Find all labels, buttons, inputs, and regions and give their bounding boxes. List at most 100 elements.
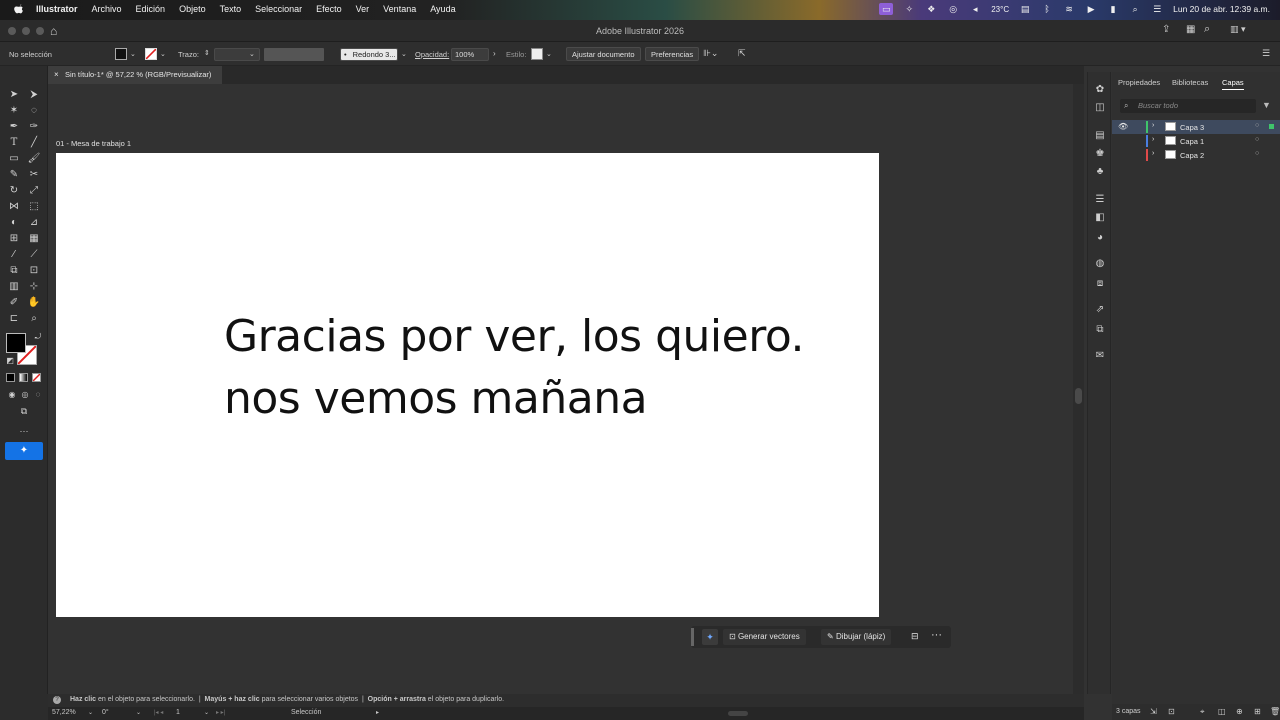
new-layer-icon[interactable]: ⊞ bbox=[1254, 707, 1261, 716]
swap-fill-stroke-icon[interactable]: ⤾ bbox=[31, 330, 45, 344]
menu-ventana[interactable]: Ventana bbox=[383, 4, 416, 14]
lasso-tool-icon[interactable]: ◌ bbox=[27, 104, 41, 118]
adjust-document-button[interactable]: Ajustar documento bbox=[566, 47, 641, 61]
stroke-panel-icon[interactable]: ☰ bbox=[1094, 194, 1106, 206]
align-icon[interactable]: ⊪⌄ bbox=[703, 48, 718, 59]
stroke-weight-dropdown-icon[interactable]: ⌄ bbox=[249, 50, 255, 58]
brush-definition-dropdown[interactable]: • Redondo 3... bbox=[340, 48, 398, 61]
symbols-icon[interactable]: ♣ bbox=[1094, 166, 1106, 178]
color-mode-icon[interactable] bbox=[6, 373, 15, 382]
libraries-icon[interactable]: ▤ bbox=[1094, 130, 1106, 142]
style-swatch[interactable] bbox=[531, 48, 543, 60]
menu-ver[interactable]: Ver bbox=[356, 4, 370, 14]
volume-icon[interactable]: ◂ bbox=[969, 3, 981, 15]
control-toggle-icon[interactable]: ☰ bbox=[1151, 3, 1163, 15]
opacity-field[interactable]: 100% bbox=[451, 48, 489, 61]
opacity-label[interactable]: Opacidad: bbox=[415, 50, 449, 59]
filter-icon[interactable]: ▼ bbox=[1262, 100, 1271, 110]
selection-indicator[interactable] bbox=[1269, 124, 1274, 129]
collect-for-export-icon[interactable]: ⊡ bbox=[1168, 707, 1175, 716]
expand-chevron-icon[interactable]: › bbox=[1152, 122, 1154, 129]
draw-inside-icon[interactable]: ◌ bbox=[31, 388, 45, 402]
target-circle-icon[interactable]: ○ bbox=[1255, 150, 1259, 157]
menu-ayuda[interactable]: Ayuda bbox=[430, 4, 455, 14]
shape-builder-tool-icon[interactable]: ◐ bbox=[7, 216, 21, 230]
eyedropper-tool-icon[interactable]: ⁄ bbox=[7, 248, 21, 262]
opacity-arrow-icon[interactable]: › bbox=[493, 49, 496, 58]
taskbar-more-icon[interactable]: ··· bbox=[931, 629, 942, 641]
new-sublayer-icon[interactable]: ⊕ bbox=[1236, 707, 1243, 716]
menubar-search-icon[interactable]: ⌕ bbox=[1129, 3, 1141, 15]
selection-tool-icon[interactable]: ➤ bbox=[7, 88, 21, 102]
search-icon[interactable]: ⌕ bbox=[1204, 23, 1210, 36]
artboard[interactable]: Gracias por ver, los quiero. nos vemos m… bbox=[56, 153, 879, 617]
puppet-icon[interactable]: ♚ bbox=[1094, 148, 1106, 160]
tab-propiedades[interactable]: Propiedades bbox=[1118, 78, 1160, 87]
hand-tool-icon[interactable]: ✋ bbox=[27, 296, 41, 310]
menu-app-name[interactable]: Illustrator bbox=[36, 4, 78, 14]
layer-name[interactable]: Capa 3 bbox=[1180, 123, 1204, 132]
creative-cloud-icon[interactable]: ◎ bbox=[947, 3, 959, 15]
zoom-dropdown-icon[interactable]: ⌄ bbox=[88, 709, 93, 716]
screen-record-icon[interactable]: ▭ bbox=[879, 3, 894, 15]
generative-ai-button[interactable]: ✦ bbox=[5, 442, 43, 460]
rotation-dropdown-icon[interactable]: ⌄ bbox=[136, 709, 141, 716]
expand-chevron-icon[interactable]: › bbox=[1152, 136, 1154, 143]
fill-color-front[interactable] bbox=[6, 333, 26, 353]
weather-temperature[interactable]: 23°C bbox=[991, 5, 1009, 14]
layer-row[interactable]: › Capa 1 ○ bbox=[1112, 134, 1280, 148]
magic-wand-tool-icon[interactable]: ✶ bbox=[7, 104, 21, 118]
extension-icon[interactable]: ✧ bbox=[903, 3, 915, 15]
brush-dropdown-icon[interactable]: ⌄ bbox=[401, 50, 407, 58]
stroke-stepper-icon[interactable]: ⇕ bbox=[204, 49, 210, 57]
zoom-field[interactable]: 57,22% bbox=[52, 709, 76, 716]
fill-dropdown-icon[interactable]: ⌄ bbox=[130, 50, 136, 58]
taskbar-grip[interactable] bbox=[691, 628, 694, 646]
default-colors-icon[interactable]: ◩ bbox=[3, 354, 17, 368]
share-icon[interactable]: ⇪ bbox=[1162, 24, 1170, 35]
paintbrush-tool-icon[interactable]: 🖌 bbox=[27, 152, 41, 166]
taskbar-options-icon[interactable]: ⊟ bbox=[911, 631, 919, 642]
rectangle-tool-icon[interactable]: ▭ bbox=[7, 152, 21, 166]
first-artboard-icon[interactable]: |◂ ◂ bbox=[154, 709, 163, 716]
layers-search-input[interactable]: Buscar todo bbox=[1120, 99, 1256, 113]
dropbox-icon[interactable]: ❖ bbox=[925, 3, 937, 15]
ai-assistant-icon[interactable]: ✿ bbox=[1094, 84, 1106, 96]
target-circle-icon[interactable]: ○ bbox=[1255, 136, 1259, 143]
artboard-dropdown-icon[interactable]: ⌄ bbox=[204, 709, 209, 716]
print-tiling-tool-icon[interactable]: ⊏ bbox=[7, 312, 21, 326]
free-transform-tool-icon[interactable]: ⬚ bbox=[27, 200, 41, 214]
layer-row[interactable]: › Capa 2 ○ bbox=[1112, 148, 1280, 162]
wifi-icon[interactable]: ≋ bbox=[1063, 3, 1075, 15]
artboard-number-field[interactable]: 1 bbox=[176, 709, 180, 716]
transform-icon[interactable]: ⇱ bbox=[738, 48, 746, 59]
expand-chevron-icon[interactable]: › bbox=[1152, 150, 1154, 157]
blend-tool-icon[interactable]: ⧉ bbox=[7, 264, 21, 278]
workspace-icon[interactable]: ▥ ▾ bbox=[1230, 24, 1246, 35]
bluetooth-icon[interactable]: ᛒ bbox=[1041, 3, 1053, 15]
tab-capas[interactable]: Capas bbox=[1222, 78, 1244, 87]
artboard-text-line1[interactable]: Gracias por ver, los quiero. bbox=[224, 311, 804, 362]
export-icon[interactable]: ⇗ bbox=[1094, 304, 1106, 316]
locate-object-icon[interactable]: ⌖ bbox=[1200, 707, 1205, 717]
gradient-mode-icon[interactable] bbox=[19, 373, 28, 382]
layer-row[interactable]: 👁 › Capa 3 ○ bbox=[1112, 120, 1280, 134]
style-dropdown-icon[interactable]: ⌄ bbox=[546, 50, 552, 58]
clock[interactable]: Lun 20 de abr. 12:39 a.m. bbox=[1173, 4, 1270, 14]
horizontal-scroll-thumb[interactable] bbox=[728, 711, 748, 716]
status-menu-arrow-icon[interactable]: ▸ bbox=[376, 709, 379, 716]
generative-icon[interactable]: ✦ bbox=[702, 629, 718, 645]
color-panel-icon[interactable]: ◍ bbox=[1094, 258, 1106, 270]
scroll-thumb[interactable] bbox=[1075, 388, 1082, 404]
panel-menu-icon[interactable]: ☰ bbox=[1262, 48, 1270, 59]
clipping-mask-icon[interactable]: ◫ bbox=[1218, 707, 1226, 716]
measure-tool-icon[interactable]: ⟋ bbox=[27, 248, 41, 262]
delete-layer-icon[interactable]: 🗑 bbox=[1270, 707, 1280, 716]
menu-archivo[interactable]: Archivo bbox=[92, 4, 122, 14]
document-tab[interactable]: × Sin título-1* @ 57,22 % (RGB/Previsual… bbox=[48, 66, 222, 84]
artboard-label[interactable]: 01 - Mesa de trabajo 1 bbox=[56, 139, 131, 148]
scale-tool-icon[interactable]: ⤢ bbox=[27, 184, 41, 198]
perspective-grid-tool-icon[interactable]: ⊿ bbox=[27, 216, 41, 230]
type-tool-icon[interactable]: T bbox=[7, 136, 21, 150]
menu-objeto[interactable]: Objeto bbox=[179, 4, 206, 14]
